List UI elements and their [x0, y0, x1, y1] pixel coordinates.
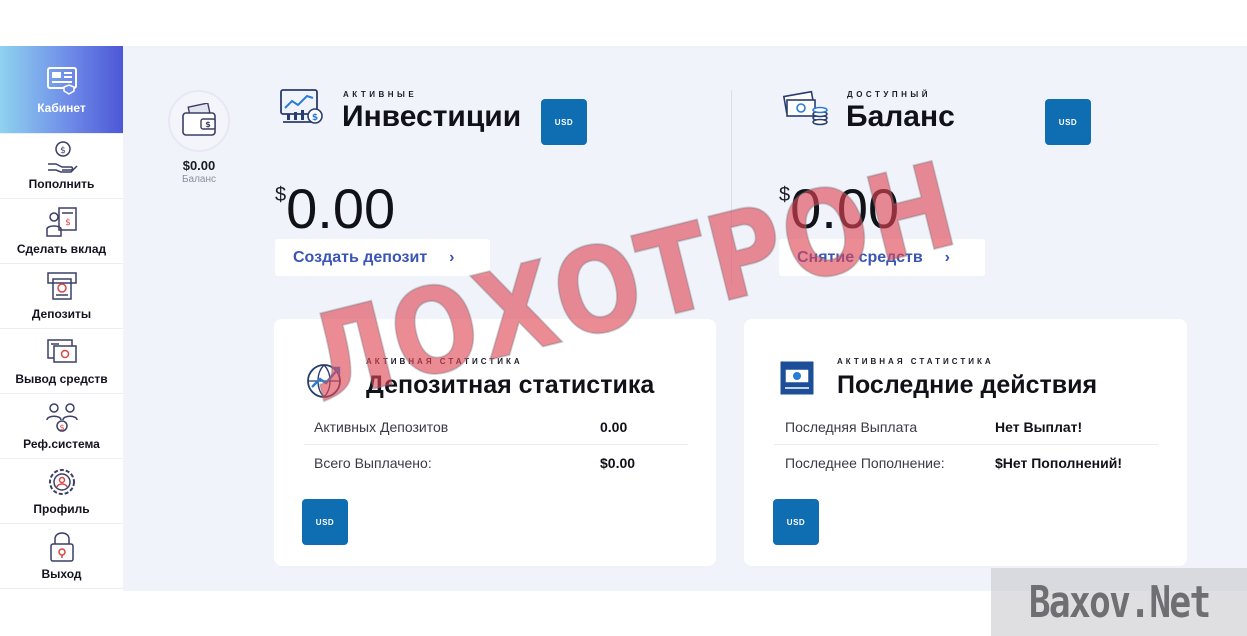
dashboard: Кабинет $ Пополнить $ Сделать вклад Депо… — [0, 46, 1247, 591]
table-row: Всего Выплачено: $0.00 — [314, 445, 689, 481]
sidebar-item-label: Вывод средств — [15, 372, 108, 386]
balance-amount: $0.00 — [182, 158, 216, 173]
balance-widget: $ $0.00 Баланс — [160, 90, 238, 185]
svg-text:$: $ — [60, 146, 66, 156]
table-row: Последняя Выплата Нет Выплат! — [785, 409, 1160, 445]
create-deposit-button[interactable]: Создать депозит › — [275, 239, 490, 276]
amount-value: 0.00 — [790, 177, 900, 240]
row-label: Последняя Выплата — [785, 419, 918, 435]
available-small-title: ДОСТУПНЫЙ — [847, 90, 931, 99]
deposit-stats-currency-badge[interactable]: USD — [302, 499, 348, 545]
row-label: Всего Выплачено: — [314, 455, 432, 471]
deposit-hand-icon: $ — [47, 141, 78, 173]
banknote-icon — [780, 361, 814, 395]
sidebar-item-referral[interactable]: $ Реф.система — [0, 394, 123, 459]
investments-title: Инвестиции — [342, 100, 522, 133]
withdraw-funds-label: Снятие средств — [797, 248, 923, 266]
page: Кабинет $ Пополнить $ Сделать вклад Депо… — [0, 0, 1247, 636]
sidebar-item-label: Кабинет — [37, 100, 86, 115]
referral-icon: $ — [45, 403, 78, 432]
sidebar-item-make-investment[interactable]: $ Сделать вклад — [0, 199, 123, 264]
investments-header: $ АКТИВНЫЕ Инвестиции — [275, 84, 575, 144]
deposit-stats-small-title: АКТИВНАЯ СТАТИСТИКА — [366, 357, 523, 366]
deposits-atm-icon — [46, 272, 77, 300]
table-row: Последнее Пополнение: $Нет Пополнений! — [785, 445, 1160, 481]
cash-coins-icon — [783, 90, 828, 126]
available-amount: $ 0.00 — [779, 180, 899, 238]
available-currency-badge[interactable]: USD — [1045, 99, 1091, 145]
investments-small-title: АКТИВНЫЕ — [343, 90, 418, 99]
sidebar-item-exit[interactable]: Выход — [0, 524, 123, 589]
sidebar-item-deposits[interactable]: Депозиты — [0, 264, 123, 329]
row-value: $Нет Пополнений! — [995, 455, 1122, 471]
row-label: Последнее Пополнение: — [785, 455, 945, 471]
withdraw-funds-button[interactable]: Снятие средств › — [779, 239, 985, 276]
cabinet-icon — [46, 66, 77, 95]
amount-value: 0.00 — [286, 177, 396, 240]
profile-gear-icon — [48, 469, 75, 495]
investments-amount: $ 0.00 — [275, 180, 395, 238]
exit-lock-icon — [49, 532, 74, 562]
sidebar-item-label: Реф.система — [23, 437, 100, 451]
sidebar-item-label: Сделать вклад — [16, 242, 107, 256]
wallet-icon: $ — [182, 103, 216, 136]
recent-actions-currency-badge[interactable]: USD — [773, 499, 819, 545]
withdraw-icon — [46, 339, 77, 363]
row-value: Нет Выплат! — [995, 419, 1083, 435]
sidebar-item-label: Выход — [41, 567, 82, 581]
watermark: Baxov.Net — [991, 568, 1247, 636]
row-label: Активных Депозитов — [314, 419, 449, 435]
svg-text:$: $ — [59, 423, 64, 432]
sidebar-item-withdraw[interactable]: Вывод средств — [0, 329, 123, 394]
sidebar-item-label: Депозиты — [31, 307, 92, 321]
svg-text:$: $ — [65, 218, 71, 228]
recent-actions-small-title: АКТИВНАЯ СТАТИСТИКА — [837, 357, 994, 366]
currency-symbol: $ — [779, 184, 791, 206]
deposit-stats-card: АКТИВНАЯ СТАТИСТИКА Депозитная статистик… — [274, 319, 716, 566]
sidebar-item-cabinet[interactable]: Кабинет — [0, 46, 123, 134]
recent-actions-card: АКТИВНАЯ СТАТИСТИКА Последние действия П… — [744, 319, 1187, 566]
available-title: Баланс — [846, 100, 955, 133]
recent-actions-title: Последние действия — [837, 371, 1098, 399]
available-header: ДОСТУПНЫЙ Баланс — [779, 84, 1079, 144]
currency-symbol: $ — [275, 184, 287, 206]
section-divider — [731, 90, 732, 285]
make-investment-icon: $ — [45, 207, 77, 237]
create-deposit-label: Создать депозит — [293, 248, 428, 266]
row-value: 0.00 — [600, 419, 628, 435]
sidebar: Кабинет $ Пополнить $ Сделать вклад Депо… — [0, 46, 123, 591]
balance-label: Баланс — [181, 174, 217, 185]
sidebar-item-deposit[interactable]: $ Пополнить — [0, 134, 123, 199]
sidebar-item-profile[interactable]: Профиль — [0, 459, 123, 524]
chevron-right-icon: › — [449, 248, 455, 266]
sidebar-item-label: Пополнить — [28, 177, 95, 191]
svg-text:$: $ — [312, 113, 318, 123]
investments-currency-badge[interactable]: USD — [541, 99, 587, 145]
globe-growth-icon — [307, 364, 341, 398]
sidebar-item-label: Профиль — [33, 502, 90, 516]
balance-circle: $ — [168, 90, 230, 152]
svg-text:$: $ — [205, 120, 211, 129]
deposit-stats-title: Депозитная статистика — [366, 371, 655, 399]
investment-chart-icon: $ — [280, 89, 323, 124]
chevron-right-icon: › — [944, 248, 950, 266]
row-value: $0.00 — [600, 455, 636, 471]
table-row: Активных Депозитов 0.00 — [314, 409, 689, 445]
watermark-text: Baxov.Net — [1028, 576, 1211, 628]
